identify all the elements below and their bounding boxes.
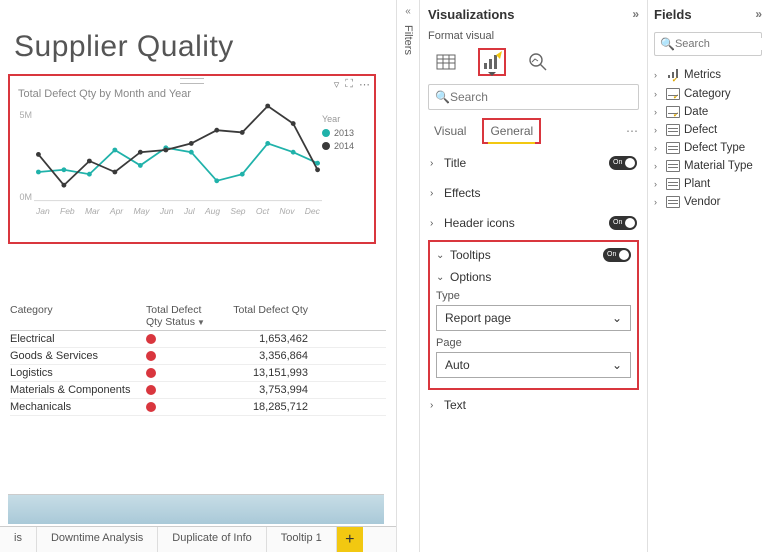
tab-visual[interactable]: Visual bbox=[428, 120, 472, 142]
search-icon: 🔍 bbox=[435, 90, 450, 104]
table-row: Logistics13,151,993 bbox=[10, 365, 386, 382]
chevron-down-icon: ⌄ bbox=[436, 250, 446, 261]
chevron-right-icon: › bbox=[430, 158, 440, 169]
visualizations-pane: Visualizations » Format visual 🔍 Visual … bbox=[420, 0, 648, 552]
table-row: Electrical1,653,462 bbox=[10, 331, 386, 348]
field-defect-type[interactable]: ›Defect Type bbox=[654, 139, 762, 157]
field-date[interactable]: ›✔Date bbox=[654, 103, 762, 121]
chevron-down-icon: ⌄ bbox=[436, 272, 446, 283]
focus-mode-icon[interactable]: ⛶ bbox=[345, 78, 353, 91]
col-category[interactable]: Category bbox=[10, 304, 146, 328]
report-canvas: Supplier Quality ▿ ⛶ ⋯ Total Defect Qty … bbox=[0, 0, 396, 552]
type-select[interactable]: Report page⌄ bbox=[436, 305, 631, 331]
table-row: Mechanicals18,285,712 bbox=[10, 399, 386, 416]
fields-search-input[interactable] bbox=[675, 38, 768, 50]
chevron-right-icon: › bbox=[430, 218, 440, 229]
chevron-right-icon: › bbox=[654, 143, 662, 153]
page-tabs: is Downtime Analysis Duplicate of Info T… bbox=[0, 526, 447, 552]
page-tab[interactable]: Tooltip 1 bbox=[267, 527, 337, 552]
filters-label: Filters bbox=[402, 25, 414, 55]
field-material-type[interactable]: ›Material Type bbox=[654, 157, 762, 175]
filter-icon[interactable]: ▿ bbox=[334, 78, 340, 91]
page-label: Page bbox=[436, 337, 631, 349]
chart-plot[interactable]: JanFebMarAprMayJunJulAugSepOctNovDec bbox=[34, 106, 322, 216]
filters-pane-collapsed[interactable]: « Filters bbox=[396, 0, 420, 552]
legend-swatch-icon bbox=[322, 142, 330, 150]
tab-general[interactable]: General bbox=[482, 118, 541, 144]
section-effects[interactable]: ›Effects bbox=[428, 178, 639, 208]
tooltips-header[interactable]: ⌄Tooltips On bbox=[436, 246, 631, 264]
chevron-right-icon: › bbox=[654, 161, 662, 171]
collapse-pane-icon[interactable]: » bbox=[632, 7, 639, 21]
title-toggle[interactable]: On bbox=[609, 156, 637, 170]
chevron-right-icon: › bbox=[654, 89, 662, 99]
format-visual-label: Format visual bbox=[428, 30, 639, 42]
build-visual-icon[interactable] bbox=[432, 48, 460, 76]
chart-title: Total Defect Qty by Month and Year bbox=[18, 88, 370, 100]
expand-filters-icon[interactable]: « bbox=[397, 6, 419, 17]
format-visual-icon[interactable] bbox=[478, 48, 506, 76]
fields-title: Fields bbox=[654, 7, 692, 22]
page-tab[interactable]: is bbox=[0, 527, 37, 552]
field-defect[interactable]: ›Defect bbox=[654, 121, 762, 139]
chevron-right-icon: › bbox=[654, 70, 662, 80]
col-qty[interactable]: Total Defect Qty bbox=[218, 304, 308, 328]
type-label: Type bbox=[436, 290, 631, 302]
section-title[interactable]: ›Title On bbox=[428, 148, 639, 178]
header-icons-toggle[interactable]: On bbox=[609, 216, 637, 230]
col-status[interactable]: Total Defect Qty Status▼ bbox=[146, 304, 218, 328]
page-tab[interactable]: Downtime Analysis bbox=[37, 527, 158, 552]
options-header[interactable]: ⌄Options bbox=[436, 270, 631, 284]
page-title: Supplier Quality bbox=[14, 30, 396, 64]
field-category[interactable]: ›✔Category bbox=[654, 85, 762, 103]
chevron-right-icon: › bbox=[654, 107, 662, 117]
chevron-right-icon: › bbox=[430, 188, 440, 199]
tooltips-toggle[interactable]: On bbox=[603, 248, 631, 262]
chevron-right-icon: › bbox=[654, 197, 662, 207]
analytics-icon[interactable] bbox=[524, 48, 552, 76]
section-tooltips: ⌄Tooltips On ⌄Options Type Report page⌄ … bbox=[428, 240, 639, 390]
y-axis: 5M 0M bbox=[14, 106, 34, 216]
status-dot-icon bbox=[146, 402, 156, 412]
field-vendor[interactable]: ›Vendor bbox=[654, 193, 762, 211]
chevron-right-icon: › bbox=[654, 125, 662, 135]
section-header-icons[interactable]: ›Header icons On bbox=[428, 208, 639, 238]
page-select[interactable]: Auto⌄ bbox=[436, 352, 631, 378]
table-row: Goods & Services3,356,864 bbox=[10, 348, 386, 365]
legend-swatch-icon bbox=[322, 129, 330, 137]
status-dot-icon bbox=[146, 368, 156, 378]
page-tab[interactable]: Duplicate of Info bbox=[158, 527, 267, 552]
status-dot-icon bbox=[146, 385, 156, 395]
section-text[interactable]: ›Text bbox=[428, 390, 639, 420]
field-metrics[interactable]: ›✔Metrics bbox=[654, 64, 762, 85]
add-page-button[interactable]: + bbox=[337, 527, 363, 552]
fields-pane: Fields » 🔍 ›✔Metrics ›✔Category ›✔Date ›… bbox=[648, 0, 768, 552]
format-search[interactable]: 🔍 bbox=[428, 84, 639, 110]
field-plant[interactable]: ›Plant bbox=[654, 175, 762, 193]
fields-search[interactable]: 🔍 bbox=[654, 32, 762, 56]
drag-handle-icon[interactable] bbox=[180, 78, 204, 84]
line-chart-visual[interactable]: ▿ ⛶ ⋯ Total Defect Qty by Month and Year… bbox=[8, 74, 376, 244]
format-search-input[interactable] bbox=[450, 90, 632, 104]
map-visual[interactable] bbox=[8, 494, 384, 524]
collapse-fields-icon[interactable]: » bbox=[755, 7, 762, 21]
chevron-right-icon: › bbox=[430, 400, 440, 411]
category-table[interactable]: Category Total Defect Qty Status▼ Total … bbox=[10, 304, 386, 416]
sort-desc-icon: ▼ bbox=[197, 318, 205, 327]
x-axis: JanFebMarAprMayJunJulAugSepOctNovDec bbox=[34, 206, 322, 216]
chart-legend[interactable]: Year 2013 2014 bbox=[322, 106, 370, 216]
chevron-down-icon: ⌄ bbox=[612, 311, 622, 325]
chevron-right-icon: › bbox=[654, 179, 662, 189]
more-format-icon[interactable]: ⋯ bbox=[626, 124, 639, 138]
search-icon: 🔍 bbox=[660, 37, 675, 51]
status-dot-icon bbox=[146, 334, 156, 344]
status-dot-icon bbox=[146, 351, 156, 361]
visualizations-title: Visualizations bbox=[428, 7, 514, 22]
more-options-icon[interactable]: ⋯ bbox=[359, 78, 370, 91]
chevron-down-icon: ⌄ bbox=[612, 358, 622, 372]
table-row: Materials & Components3,753,994 bbox=[10, 382, 386, 399]
